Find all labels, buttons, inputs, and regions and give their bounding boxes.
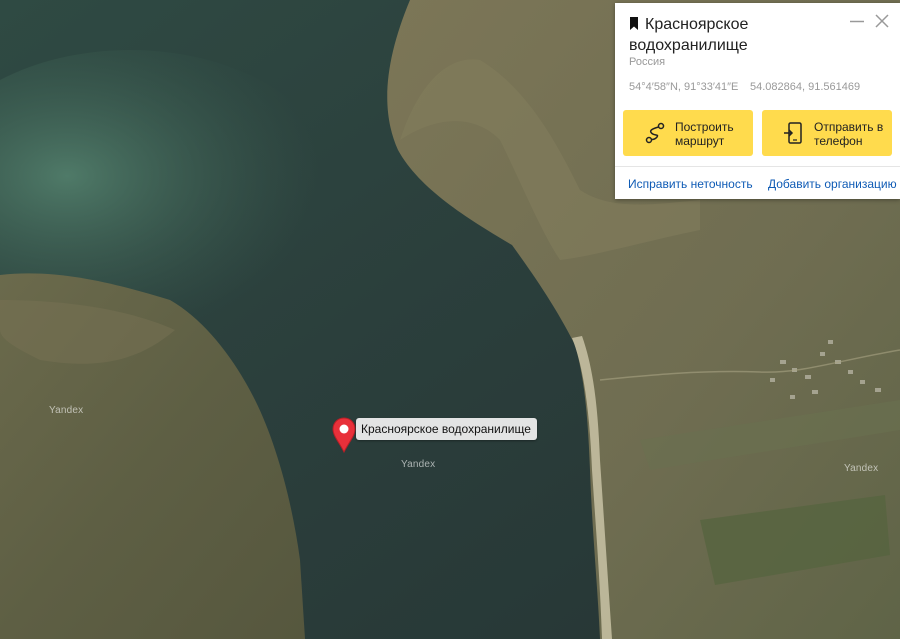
coordinates-decimal[interactable]: 54.082864, 91.561469 — [750, 81, 860, 93]
add-organization-link[interactable]: Добавить организацию — [768, 177, 897, 191]
phone-icon — [784, 122, 802, 144]
minimize-icon[interactable] — [849, 13, 865, 29]
card-divider — [615, 166, 900, 167]
place-title-text: Красноярское водохранилище — [629, 16, 749, 54]
build-route-button[interactable]: Построить маршрут — [623, 110, 753, 156]
map-pin-icon[interactable] — [331, 417, 357, 453]
route-icon — [645, 122, 665, 144]
place-country: Россия — [629, 56, 666, 68]
build-route-label: Построить маршрут — [675, 120, 734, 148]
map-watermark: Yandex — [49, 405, 84, 416]
map-watermark: Yandex — [401, 459, 436, 470]
fix-inaccuracy-link[interactable]: Исправить неточность — [628, 177, 753, 191]
place-title: Красноярское водохранилище — [629, 14, 844, 56]
send-to-phone-button[interactable]: Отправить в телефон — [762, 110, 892, 156]
place-card: Красноярское водохранилище Россия 54°4′5… — [615, 3, 900, 199]
bookmark-icon[interactable] — [629, 17, 639, 30]
map-marker-label[interactable]: Красноярское водохранилище — [356, 418, 537, 440]
close-icon[interactable] — [874, 13, 890, 29]
coordinates-dms[interactable]: 54°4′58″N, 91°33′41″E — [629, 81, 738, 93]
map-watermark: Yandex — [844, 463, 879, 474]
send-to-phone-label: Отправить в телефон — [814, 120, 884, 148]
